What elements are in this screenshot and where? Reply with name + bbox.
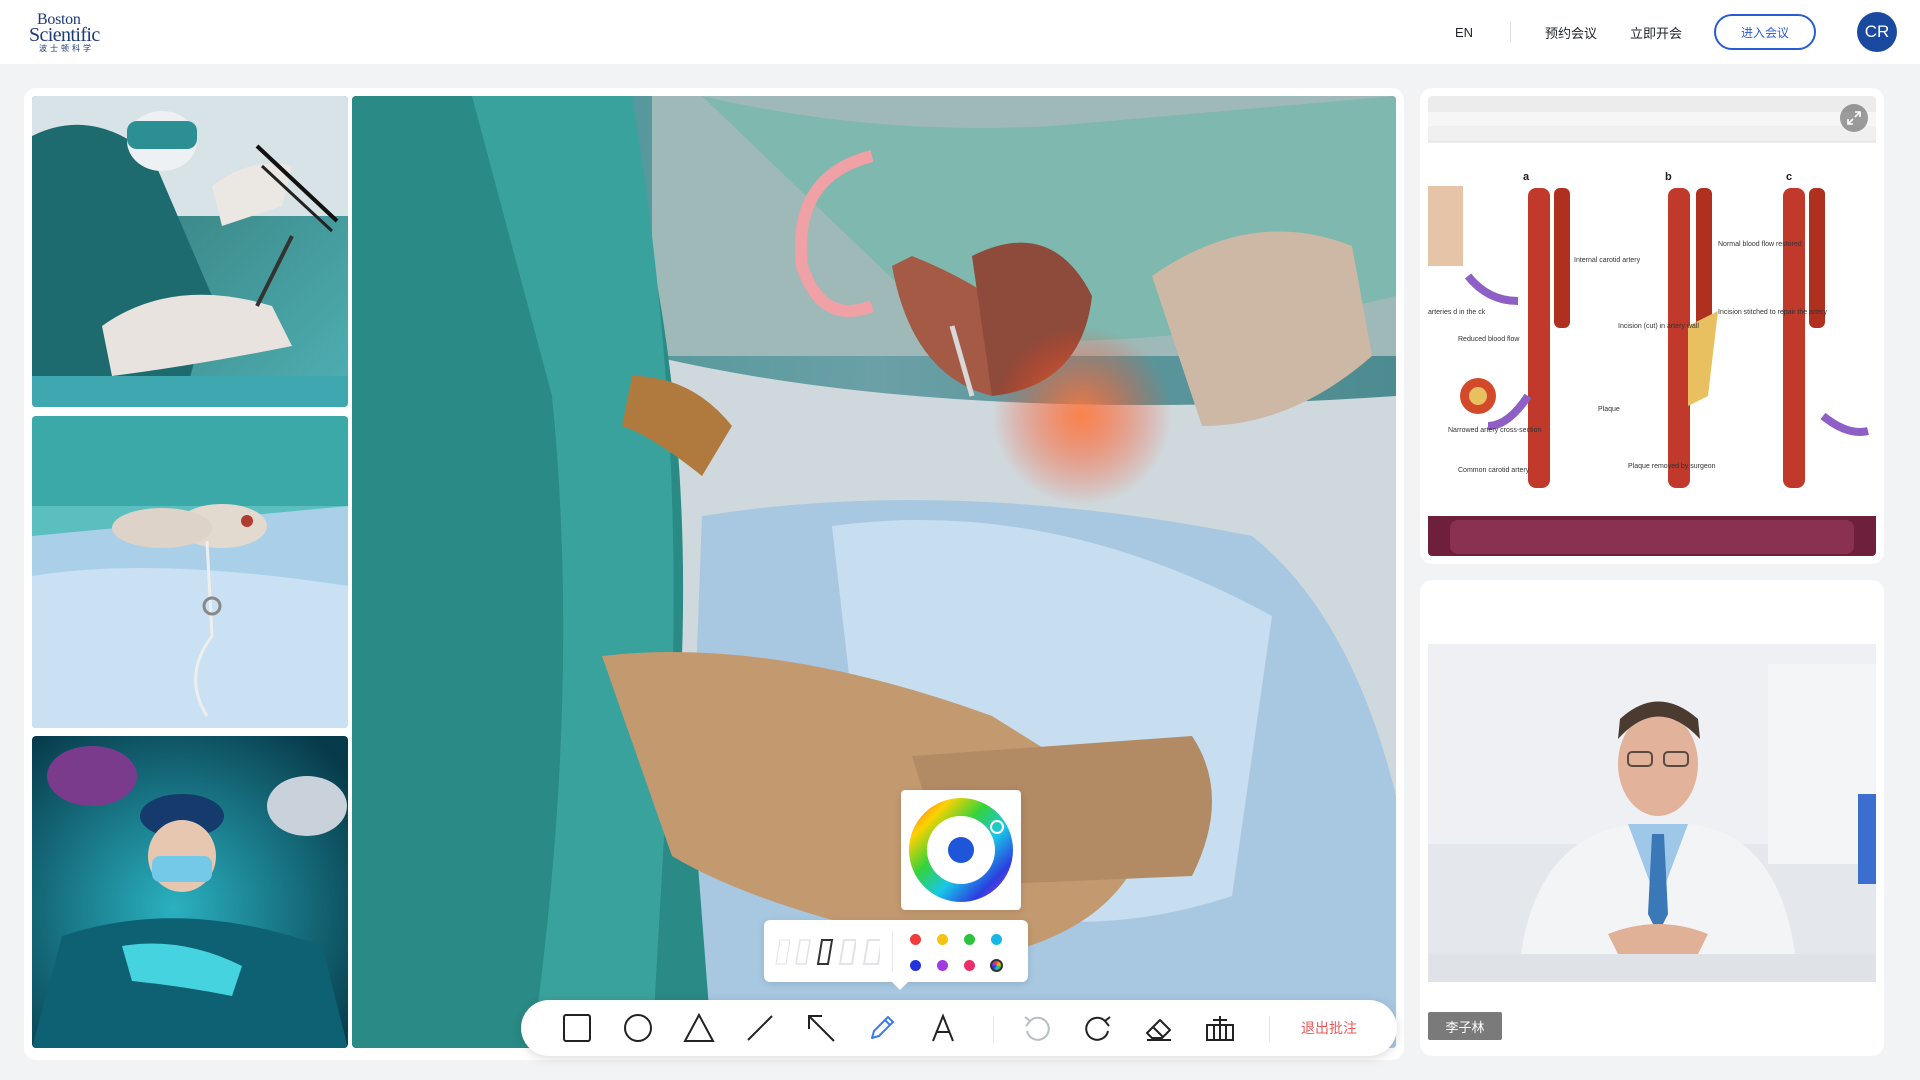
arteries-neck-label: arteries d in the ck [1428, 309, 1486, 316]
shared-screen[interactable]: a b c Internal carotid artery Reduced bl… [1428, 96, 1876, 556]
nav-divider [1510, 22, 1511, 42]
user-avatar[interactable]: CR [1857, 12, 1897, 52]
surgery-image-2 [32, 416, 348, 728]
panel-a-label: a [1523, 171, 1530, 183]
stroke-weight-2[interactable] [794, 938, 812, 966]
main-video[interactable] [352, 96, 1396, 1048]
swatch-custom[interactable] [990, 959, 1003, 972]
panel-b-label: b [1665, 171, 1672, 183]
toolbar-divider-2 [1269, 1016, 1270, 1042]
text-tool-icon[interactable] [927, 1012, 959, 1044]
pen-tool-icon[interactable] [866, 1012, 898, 1044]
arrow-tool-icon[interactable] [805, 1012, 837, 1044]
participant-tile-2[interactable] [32, 416, 348, 728]
surgery-main-image [352, 96, 1396, 1048]
color-wheel[interactable] [901, 790, 1021, 910]
stroke-weight-3[interactable] [816, 938, 834, 966]
annotation-toolbar: 退出批注 [521, 1000, 1397, 1056]
participant-tile-1[interactable] [32, 96, 348, 407]
swatch-green[interactable] [964, 934, 975, 945]
toolbar-divider [993, 1016, 994, 1042]
eraser-icon[interactable] [1143, 1012, 1175, 1044]
clear-all-icon[interactable] [1204, 1012, 1236, 1044]
normal-flow-label: Normal blood flow restored [1718, 241, 1802, 248]
doctor-image [1428, 644, 1876, 982]
narrowed-label: Narrowed artery cross-section [1448, 427, 1541, 434]
book-meeting-link[interactable]: 预约会议 [1545, 0, 1597, 64]
swatch-red[interactable] [910, 934, 921, 945]
color-wheel-popup[interactable] [901, 790, 1021, 910]
top-header: Boston Scientific 波士顿科学 EN 预约会议 立即开会 进入会… [0, 0, 1920, 64]
style-divider [892, 930, 893, 972]
rectangle-tool-icon[interactable] [561, 1012, 593, 1044]
surgery-image-1 [32, 96, 348, 407]
participant-name-tag: 李子林 [1428, 1012, 1502, 1040]
triangle-tool-icon[interactable] [683, 1012, 715, 1044]
incision-label: Incision (cut) in artery wall [1618, 323, 1699, 330]
panel-c-label: c [1786, 171, 1792, 183]
speaker-video[interactable] [1428, 644, 1876, 982]
stitched-label: Incision stitched to repair the artery [1718, 309, 1827, 316]
undo-icon[interactable] [1021, 1012, 1053, 1044]
internal-carotid-label: Internal carotid artery [1574, 257, 1641, 264]
start-meeting-link[interactable]: 立即开会 [1630, 0, 1682, 64]
exit-annotation-button[interactable]: 退出批注 [1301, 1000, 1357, 1056]
swatch-purple[interactable] [937, 960, 948, 971]
circle-tool-icon[interactable] [622, 1012, 654, 1044]
boston-scientific-logo[interactable]: Boston Scientific 波士顿科学 [29, 12, 119, 54]
stroke-weight-5[interactable] [862, 938, 880, 966]
swatch-yellow[interactable] [937, 934, 948, 945]
swatch-blue[interactable] [910, 960, 921, 971]
line-tool-icon[interactable] [744, 1012, 776, 1044]
logo-line-3: 波士顿科学 [39, 44, 94, 53]
surgery-image-3 [32, 736, 348, 1048]
selected-color-swatch [948, 837, 974, 863]
stroke-weight-1[interactable] [774, 938, 792, 966]
logo-line-2: Scientific [29, 24, 100, 46]
enter-meeting-button[interactable]: 进入会议 [1714, 14, 1816, 50]
plaque-label: Plaque [1598, 406, 1620, 413]
plaque-removed-label: Plaque removed by surgeon [1628, 463, 1716, 470]
redo-icon[interactable] [1082, 1012, 1114, 1044]
participant-tile-3[interactable] [32, 736, 348, 1048]
swatch-cyan[interactable] [991, 934, 1002, 945]
swatch-pink[interactable] [964, 960, 975, 971]
language-switch[interactable]: EN [1455, 0, 1473, 64]
pen-style-popup [764, 920, 1028, 990]
reduced-flow-label: Reduced blood flow [1458, 336, 1520, 343]
common-carotid-label: Common carotid artery [1458, 467, 1530, 474]
stroke-weight-4[interactable] [838, 938, 856, 966]
carotid-diagram-screenshot: a b c Internal carotid artery Reduced bl… [1428, 96, 1876, 556]
expand-icon[interactable] [1840, 104, 1868, 132]
